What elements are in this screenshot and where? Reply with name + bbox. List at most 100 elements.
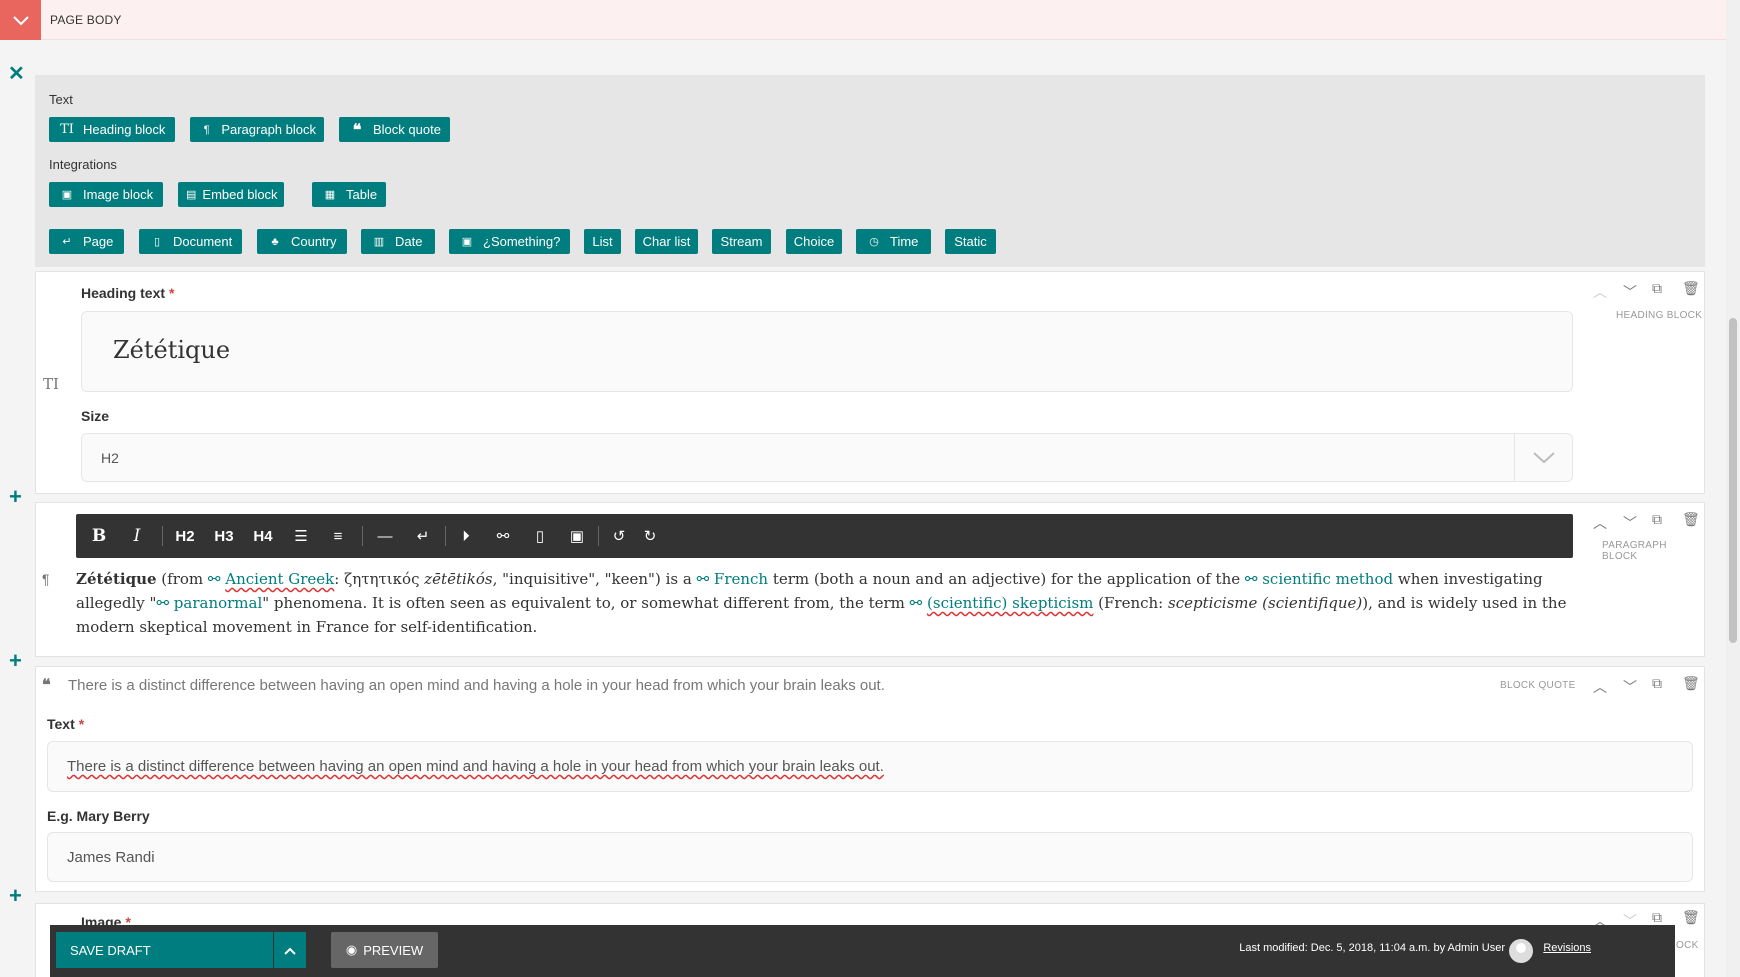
heading-text-input[interactable]: Zététique bbox=[81, 311, 1573, 392]
add-heading-block-button[interactable]: TI Heading block bbox=[49, 117, 175, 142]
heading-block: TI Heading text * Zététique Size H2 ︿ ﹀ ⧉… bbox=[35, 271, 1705, 494]
h4-button[interactable]: H4 bbox=[244, 514, 282, 558]
more-actions-button[interactable] bbox=[274, 932, 306, 968]
link-icon: ⚯ bbox=[696, 570, 714, 588]
add-page-button[interactable]: ↵ Page bbox=[49, 229, 124, 254]
add-block-icon[interactable]: + bbox=[9, 885, 22, 907]
block-type-label: PARAGRAPH BLOCK bbox=[1602, 540, 1667, 562]
h3-button[interactable]: H3 bbox=[205, 514, 243, 558]
link-icon[interactable]: ⚯ bbox=[486, 514, 520, 558]
bold-term: Zététique bbox=[76, 570, 157, 588]
duplicate-icon[interactable]: ⧉ bbox=[1652, 511, 1662, 528]
horizontal-rule-icon[interactable]: — bbox=[368, 514, 402, 558]
document-icon: ▯ bbox=[153, 236, 161, 248]
embed-media-icon[interactable]: ⏵ bbox=[449, 514, 483, 558]
move-up-icon[interactable]: ︿ bbox=[1593, 282, 1607, 302]
move-down-icon[interactable]: ﹀ bbox=[1623, 513, 1637, 533]
image-icon[interactable]: ▣ bbox=[560, 514, 594, 558]
undo-icon[interactable]: ↺ bbox=[602, 514, 636, 558]
revisions-link[interactable]: Revisions bbox=[1543, 942, 1591, 954]
heading-text-label: Heading text * bbox=[81, 285, 175, 301]
link-scientific-method[interactable]: ⚯ scientific method bbox=[1245, 570, 1393, 588]
delete-icon[interactable]: 🗑 bbox=[1682, 909, 1700, 926]
redo-icon[interactable]: ↻ bbox=[633, 514, 667, 558]
size-select[interactable]: H2 bbox=[81, 433, 1573, 482]
link-icon: ⚯ bbox=[1244, 570, 1263, 588]
add-document-button[interactable]: ▯ Document bbox=[139, 229, 242, 254]
attribution-input[interactable]: James Randi bbox=[47, 832, 1693, 882]
add-table-button[interactable]: ▦ Table bbox=[312, 182, 386, 207]
link-ancient-greek[interactable]: ⚯ Ancient Greek bbox=[208, 570, 334, 588]
rich-text-toolbar: B I H2 H3 H4 ☰ ≡ — ↵ ⏵ ⚯ ▯ ▣ ↺ ↻ bbox=[76, 514, 1573, 558]
toolbar-divider bbox=[598, 526, 599, 546]
duplicate-icon[interactable]: ⧉ bbox=[1652, 909, 1662, 926]
add-char-list-button[interactable]: Char list bbox=[635, 229, 698, 254]
quote-icon: ❝ bbox=[352, 121, 362, 139]
duplicate-icon[interactable]: ⧉ bbox=[1652, 675, 1662, 692]
block-summary: There is a distinct difference between h… bbox=[68, 677, 885, 694]
save-draft-button[interactable]: SAVE DRAFT bbox=[56, 932, 273, 968]
heading-text-value: Zététique bbox=[113, 336, 231, 364]
calendar-icon: ▥ bbox=[373, 236, 385, 248]
chevron-down-icon bbox=[12, 10, 29, 31]
add-time-button[interactable]: ◷ Time bbox=[856, 229, 931, 254]
pilcrow-icon: ¶ bbox=[203, 123, 210, 136]
scrollbar-thumb[interactable] bbox=[1729, 318, 1737, 643]
move-up-icon[interactable]: ︿ bbox=[1593, 677, 1607, 697]
delete-icon[interactable]: 🗑 bbox=[1682, 675, 1700, 692]
chevron-up-icon bbox=[284, 942, 296, 958]
move-down-icon[interactable]: ﹀ bbox=[1623, 677, 1637, 697]
block-type-label: OCK bbox=[1676, 940, 1699, 951]
ordered-list-icon[interactable]: ☰ bbox=[284, 514, 318, 558]
add-list-button[interactable]: List bbox=[584, 229, 621, 254]
close-chooser-icon[interactable]: ✕ bbox=[8, 64, 25, 84]
delete-icon[interactable]: 🗑 bbox=[1682, 280, 1700, 297]
paragraph-editor[interactable]: Zététique (from ⚯ Ancient Greek: ζητητικ… bbox=[76, 567, 1586, 639]
media-icon: ▤ bbox=[186, 189, 197, 201]
toolbar-divider bbox=[162, 526, 163, 546]
add-image-block-button[interactable]: ▣ Image block bbox=[49, 182, 163, 207]
add-block-quote-button[interactable]: ❝ Block quote bbox=[339, 117, 450, 142]
add-stream-button[interactable]: Stream bbox=[712, 229, 771, 254]
block-chooser: Text TI Heading block ¶ Paragraph block ❝ B… bbox=[35, 75, 1705, 267]
add-something-button[interactable]: ▣ ¿Something? bbox=[449, 229, 570, 254]
move-up-icon[interactable]: ︿ bbox=[1593, 513, 1607, 533]
quote-text-value: There is a distinct difference between h… bbox=[67, 758, 884, 775]
add-embed-block-button[interactable]: ▤ Embed block bbox=[178, 182, 284, 207]
add-country-button[interactable]: ♣ Country bbox=[257, 229, 347, 254]
toolbar-divider bbox=[362, 526, 363, 546]
add-date-button[interactable]: ▥ Date bbox=[361, 229, 435, 254]
h2-button[interactable]: H2 bbox=[166, 514, 204, 558]
country-icon: ♣ bbox=[271, 235, 279, 248]
preview-button[interactable]: ◉ PREVIEW bbox=[331, 932, 438, 968]
attribution-value: James Randi bbox=[67, 849, 155, 866]
pilcrow-icon: ¶ bbox=[42, 571, 50, 587]
add-block-icon[interactable]: + bbox=[9, 486, 22, 508]
document-link-icon[interactable]: ▯ bbox=[523, 514, 557, 558]
heading-icon: TI bbox=[43, 375, 59, 393]
chevron-down-icon bbox=[1514, 434, 1572, 481]
section-title: PAGE BODY bbox=[50, 13, 122, 27]
block-quote-block: ❝ There is a distinct difference between… bbox=[35, 666, 1705, 892]
add-block-icon[interactable]: + bbox=[9, 650, 22, 672]
duplicate-icon[interactable]: ⧉ bbox=[1652, 280, 1662, 297]
add-static-button[interactable]: Static bbox=[945, 229, 996, 254]
add-choice-button[interactable]: Choice bbox=[786, 229, 842, 254]
size-label: Size bbox=[81, 408, 110, 424]
link-french[interactable]: ⚯ French bbox=[697, 570, 769, 588]
move-down-icon[interactable]: ﹀ bbox=[1623, 282, 1637, 302]
line-break-icon[interactable]: ↵ bbox=[406, 514, 440, 558]
collapse-toggle-button[interactable] bbox=[0, 0, 41, 40]
block-type-label: HEADING BLOCK bbox=[1616, 310, 1703, 321]
page-scrollbar[interactable] bbox=[1726, 0, 1740, 977]
quote-text-input[interactable]: There is a distinct difference between h… bbox=[47, 741, 1693, 792]
bold-button[interactable]: B bbox=[82, 514, 116, 558]
link-scientific-skepticism[interactable]: ⚯ (scientific) skepticism bbox=[910, 594, 1094, 612]
add-paragraph-block-button[interactable]: ¶ Paragraph block bbox=[190, 117, 324, 142]
bullet-list-icon[interactable]: ≡ bbox=[321, 514, 355, 558]
link-paranormal[interactable]: ⚯ paranormal bbox=[156, 594, 262, 612]
delete-icon[interactable]: 🗑 bbox=[1682, 511, 1700, 528]
toolbar-divider bbox=[445, 526, 446, 546]
italic-button[interactable]: I bbox=[120, 514, 154, 558]
attribution-label: E.g. Mary Berry bbox=[47, 808, 150, 824]
